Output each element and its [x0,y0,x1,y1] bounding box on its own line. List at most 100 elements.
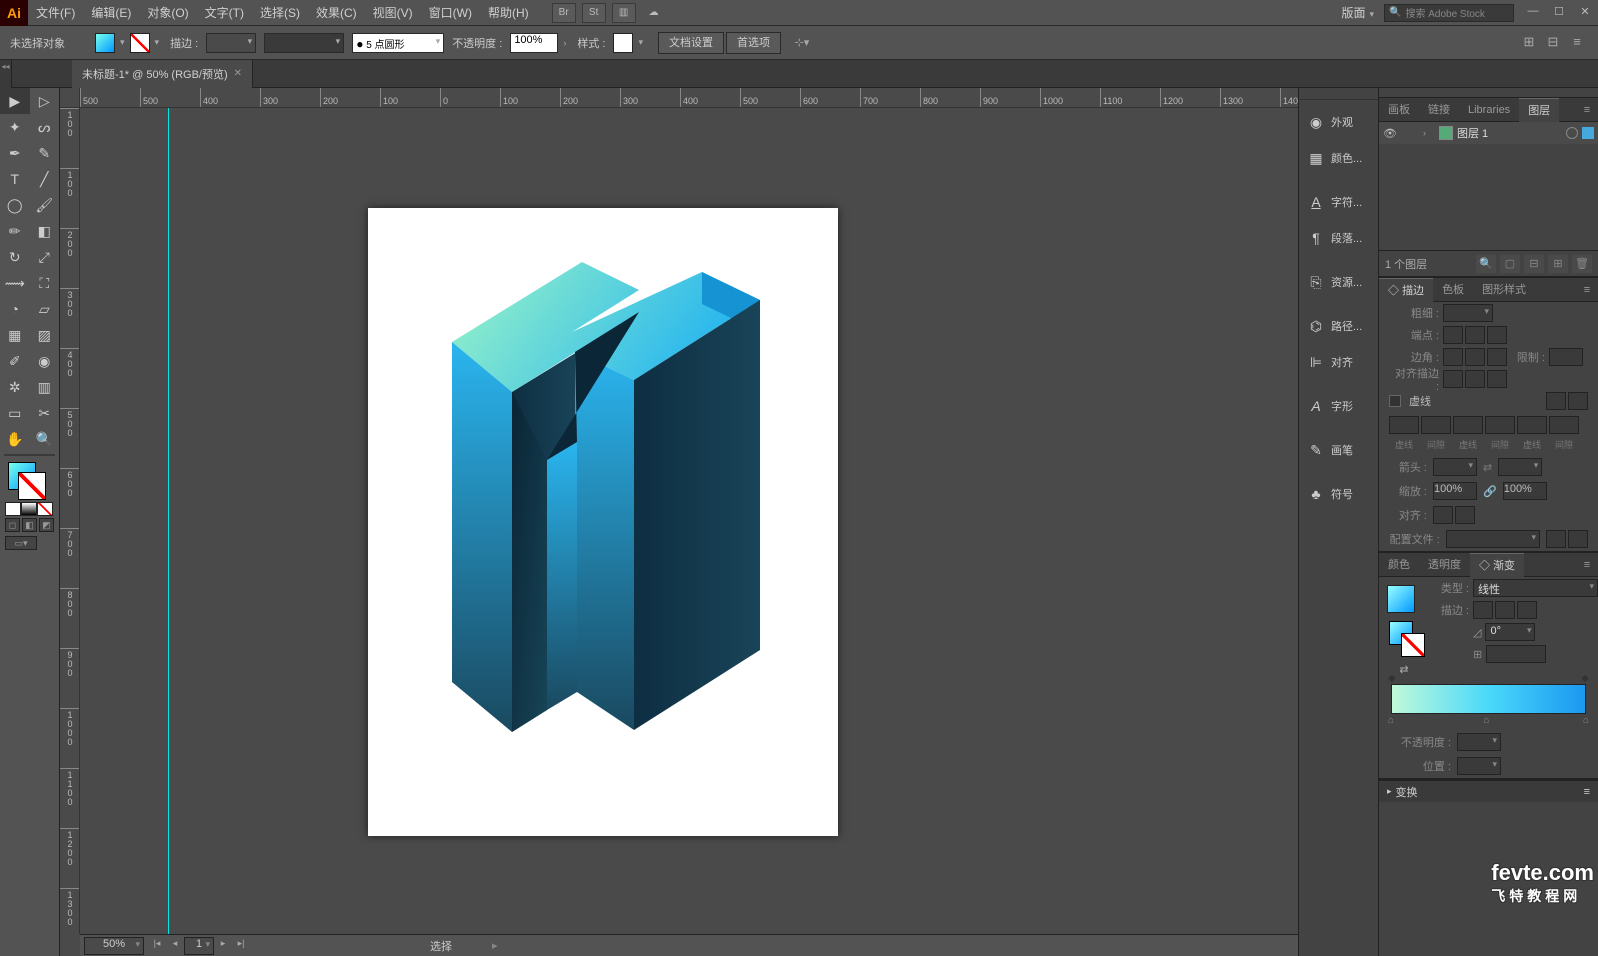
reverse-gradient[interactable]: ⇄ [1379,663,1429,676]
profile-flip-x[interactable] [1546,530,1566,548]
zoom-level[interactable]: 50% [84,937,144,955]
visibility-icon[interactable]: 👁 [1383,127,1401,140]
layers-panel-menu[interactable]: ≡ [1576,98,1598,121]
slice-tool[interactable]: ✂ [30,400,60,426]
perspective-tool[interactable]: ▱ [30,296,60,322]
dock-character[interactable]: A字符... [1299,184,1378,220]
color-mode-solid[interactable] [5,502,21,516]
grid-icon[interactable]: ⊞ [1520,34,1538,52]
last-artboard[interactable]: ▸| [232,938,250,954]
gradient-stop-left[interactable]: ⌂ [1388,715,1394,726]
lasso-tool[interactable]: ᔕ [30,114,60,140]
cap-square[interactable] [1487,326,1507,344]
grad-location-field[interactable] [1457,757,1501,775]
arrow-start[interactable] [1433,458,1477,476]
hand-tool[interactable]: ✋ [0,426,30,452]
stroke-swatch[interactable] [130,33,150,53]
menu-help[interactable]: 帮助(H) [480,0,537,26]
gap-1[interactable] [1421,416,1451,434]
eyedropper-tool[interactable]: ✐ [0,348,30,374]
menu-select[interactable]: 选择(S) [252,0,308,26]
gap-2[interactable] [1485,416,1515,434]
guide-line[interactable] [168,108,169,934]
target-icon[interactable] [1566,127,1578,139]
new-layer[interactable]: ⊞ [1548,255,1568,273]
magic-wand-tool[interactable]: ✦ [0,114,30,140]
next-artboard[interactable]: ▸ [214,938,232,954]
artboard-tool[interactable]: ▭ [0,400,30,426]
new-sublayer[interactable]: ⊟ [1524,255,1544,273]
arrow-scale-start[interactable]: 100% [1433,482,1477,500]
dash-1[interactable] [1389,416,1419,434]
line-tool[interactable]: ╱ [30,166,60,192]
grad-angle[interactable]: 0° [1485,623,1535,641]
dock-assets[interactable]: ⎘资源... [1299,264,1378,300]
fill-stroke-indicator[interactable] [0,458,59,502]
menu-view[interactable]: 视图(V) [365,0,421,26]
pen-tool[interactable]: ✒ [0,140,30,166]
gradient-tool[interactable]: ▨ [30,322,60,348]
stroke-profile[interactable]: ● 5 点圆形 [352,33,444,53]
dock-symbols[interactable]: ♣符号 [1299,476,1378,512]
cap-round[interactable] [1465,326,1485,344]
tab-swatches[interactable]: 色板 [1433,278,1473,302]
width-tool[interactable]: ⟿ [0,270,30,296]
delete-layer[interactable]: 🗑 [1572,255,1592,273]
draw-behind[interactable]: ◧ [22,518,37,532]
grad-opacity-field[interactable] [1457,733,1501,751]
arrow-align-2[interactable] [1455,506,1475,524]
menu-edit[interactable]: 编辑(E) [83,0,139,26]
align-stroke-outside[interactable] [1487,370,1507,388]
bridge-icon[interactable]: Br [552,3,576,23]
menu-window[interactable]: 窗口(W) [421,0,480,26]
dock-brushes[interactable]: ✎画笔 [1299,432,1378,468]
direct-selection-tool[interactable]: ▷ [30,88,60,114]
tab-libraries[interactable]: Libraries [1459,98,1519,122]
ruler-vertical[interactable]: 1001002003004005006007008009001000110012… [60,108,80,934]
close-tab-icon[interactable]: ✕ [234,68,242,79]
expand-icon[interactable]: › [1423,128,1435,138]
corner-bevel[interactable] [1487,348,1507,366]
layer-row[interactable]: 👁 › 图层 1 [1379,122,1598,144]
grad-type-field[interactable]: 线性 [1473,579,1598,597]
stroke-panel-menu[interactable]: ≡ [1576,278,1598,301]
maximize-button[interactable]: ☐ [1546,5,1572,21]
draw-normal[interactable]: ◻ [5,518,20,532]
doc-setup-button[interactable]: 文档设置 [658,32,724,54]
snap-icon[interactable]: ⊟ [1544,34,1562,52]
menu-effect[interactable]: 效果(C) [308,0,365,26]
dash-3[interactable] [1517,416,1547,434]
tab-color[interactable]: 颜色 [1379,553,1419,577]
workspace-switcher[interactable]: 版面▾ [1331,4,1384,21]
ruler-horizontal[interactable]: 5005004003002001000100200300400500600700… [80,88,1298,108]
dock-paragraph[interactable]: ¶段落... [1299,220,1378,256]
brush-def[interactable] [264,33,344,53]
screen-mode[interactable]: ▭▾ [5,536,37,550]
menu-type[interactable]: 文字(T) [197,0,252,26]
dock-color[interactable]: ▦颜色... [1299,140,1378,176]
toolbox-toggle[interactable]: ◂◂ [0,60,12,88]
blend-tool[interactable]: ◉ [30,348,60,374]
locate-object[interactable]: 🔍 [1476,255,1496,273]
selection-tool[interactable]: ▶ [0,88,30,114]
align-to-icon[interactable]: ⊹▾ [791,36,813,49]
graph-tool[interactable]: ▥ [30,374,60,400]
draw-inside[interactable]: ◩ [39,518,54,532]
dock-appearance[interactable]: ◉外观 [1299,104,1378,140]
color-mode-gradient[interactable] [21,502,37,516]
ruler-origin[interactable] [60,88,80,108]
profile-flip-y[interactable] [1568,530,1588,548]
style-swatch[interactable] [613,33,633,53]
prev-artboard[interactable]: ◂ [166,938,184,954]
grad-stroke-3[interactable] [1517,601,1537,619]
fill-swatch[interactable] [95,33,115,53]
dock-pathfinder[interactable]: ⌬路径... [1299,308,1378,344]
document-tab[interactable]: 未标题-1* @ 50% (RGB/预览) ✕ [72,60,253,88]
grad-stroke-2[interactable] [1495,601,1515,619]
curvature-tool[interactable]: ✎ [30,140,60,166]
corner-miter[interactable] [1443,348,1463,366]
arrow-end[interactable] [1498,458,1542,476]
tab-artboards[interactable]: 画板 [1379,98,1419,122]
gradient-preview[interactable] [1387,585,1415,613]
artboard-number[interactable]: 1 [184,937,214,955]
